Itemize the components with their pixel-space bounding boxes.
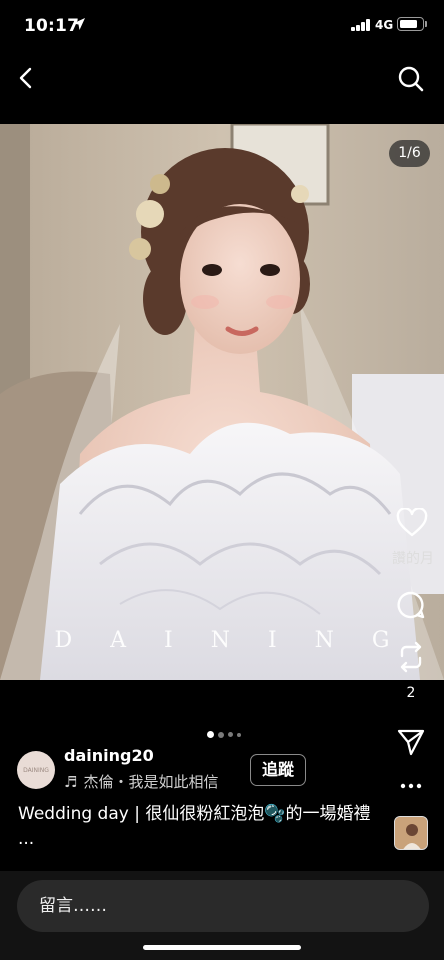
home-indicator [143, 945, 301, 950]
share-button[interactable] [396, 727, 426, 757]
comment-icon [397, 591, 425, 619]
repost-icon [400, 641, 422, 673]
search-icon [398, 66, 424, 92]
avatar-text: DAINING [23, 766, 49, 774]
music-track[interactable]: ♬ 杰倫・我是如此相信 [64, 771, 218, 792]
back-button[interactable] [12, 62, 42, 94]
music-thumbnail[interactable] [394, 816, 428, 850]
send-icon [397, 729, 425, 756]
search-button[interactable] [396, 64, 426, 94]
photo-watermark: DAINING [54, 628, 428, 653]
like-label: 讚的月 [392, 551, 434, 567]
network-type: 4G [375, 18, 394, 32]
heart-icon [396, 507, 428, 537]
battery-icon [397, 17, 424, 31]
status-bar: 10:17 4G [0, 0, 444, 52]
repost-count: 2 [406, 685, 416, 701]
battery-tip [425, 21, 427, 27]
signal-icon [351, 19, 371, 31]
post-caption[interactable]: Wedding day | 很仙很粉紅泡泡🫧的一場婚禮 ... [18, 802, 384, 852]
repost-button[interactable] [396, 640, 426, 674]
follow-button[interactable]: 追蹤 [250, 754, 306, 786]
music-cover-image [395, 817, 427, 849]
post-photo[interactable] [0, 124, 444, 680]
location-arrow-icon [73, 18, 85, 30]
music-note-icon: ♬ [64, 773, 78, 791]
photo-counter: 1/6 [389, 140, 430, 167]
carousel-dot [218, 731, 224, 738]
username[interactable]: daining20 [64, 746, 154, 765]
more-button[interactable] [396, 778, 426, 792]
status-time: 10:17 [24, 16, 80, 36]
carousel-dot [228, 732, 233, 737]
more-icon [400, 783, 422, 789]
comment-button[interactable] [396, 590, 426, 620]
carousel-dot [207, 731, 214, 738]
comment-input[interactable] [17, 880, 429, 932]
music-track-name: 杰倫・我是如此相信 [83, 773, 219, 791]
avatar[interactable]: DAINING [17, 751, 55, 789]
battery-fill [400, 20, 417, 28]
carousel-dot [237, 732, 241, 737]
like-button[interactable] [396, 507, 428, 538]
chevron-left-icon [19, 67, 32, 89]
